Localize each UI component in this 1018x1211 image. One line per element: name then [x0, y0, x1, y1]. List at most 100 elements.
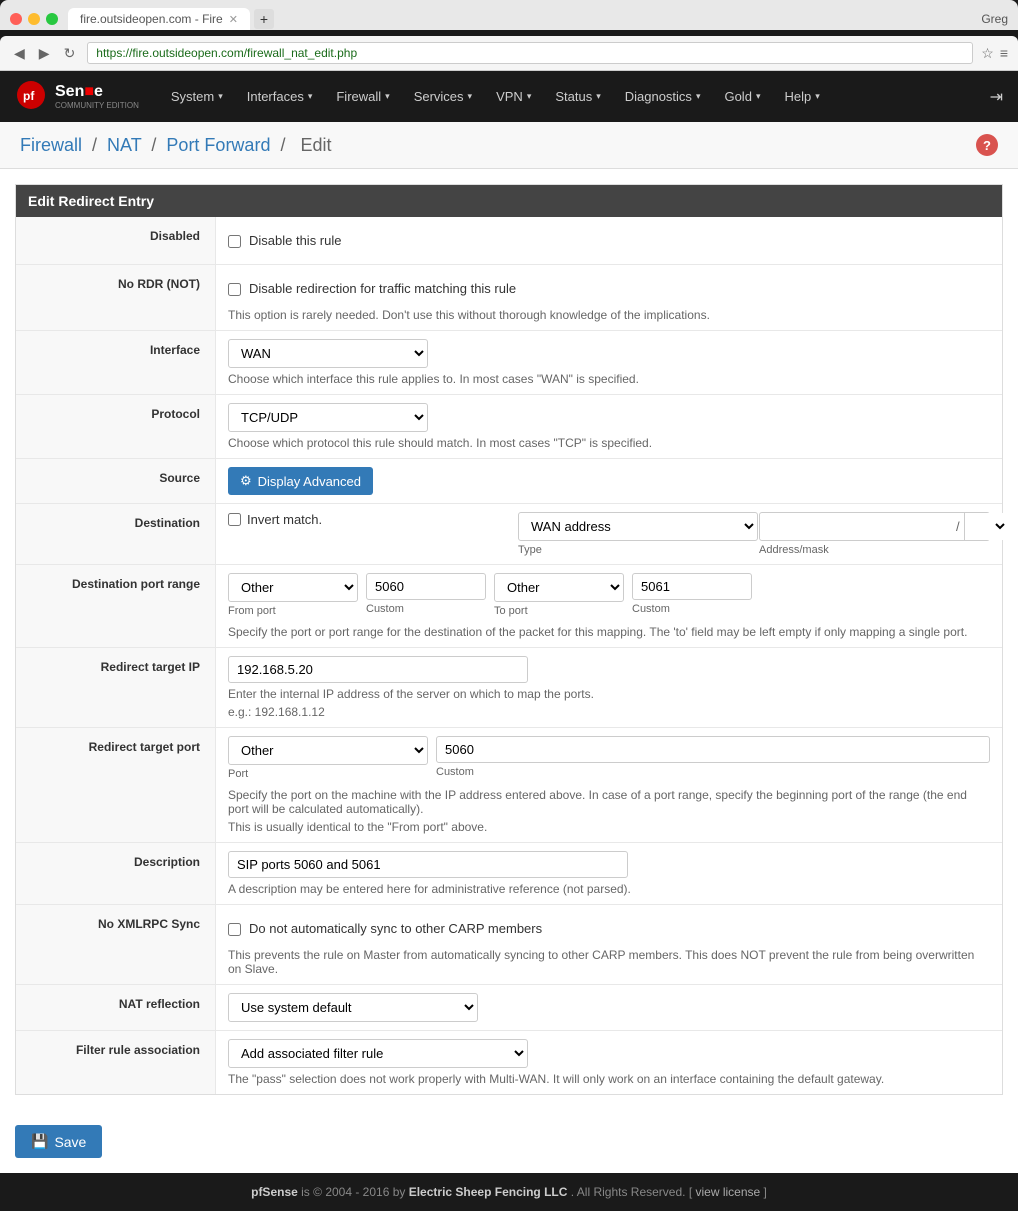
- reload-button[interactable]: ↻: [60, 43, 80, 64]
- breadcrumb-firewall[interactable]: Firewall: [20, 135, 82, 155]
- protocol-help: Choose which protocol this rule should m…: [228, 436, 990, 450]
- redirect-target-port-help2: This is usually identical to the "From p…: [228, 820, 990, 834]
- to-port-custom-input[interactable]: [632, 573, 752, 600]
- to-port-field: Any Other HTTP (80) HTTPS (443) To port: [494, 573, 624, 617]
- breadcrumb-nat[interactable]: NAT: [107, 135, 141, 155]
- protocol-label: Protocol: [16, 395, 216, 458]
- settings-icon[interactable]: ≡: [1000, 45, 1008, 61]
- description-label: Description: [16, 843, 216, 904]
- disabled-checkbox-label: Disable this rule: [249, 233, 342, 248]
- destination-addr-input[interactable]: [760, 514, 952, 539]
- disabled-row: Disabled Disable this rule: [16, 217, 1002, 265]
- new-tab-button[interactable]: +: [254, 9, 274, 29]
- target-port-type-select[interactable]: Any Other HTTP (80) HTTPS (443): [228, 736, 428, 765]
- logo-text: Sen■e: [55, 83, 139, 101]
- interface-select[interactable]: WAN LAN OPT1: [228, 339, 428, 368]
- logo-edition: COMMUNITY EDITION: [55, 101, 139, 110]
- description-row: Description A description may be entered…: [16, 843, 1002, 905]
- description-content: A description may be entered here for ad…: [216, 843, 1002, 904]
- dest-port-range-label: Destination port range: [16, 565, 216, 647]
- nav-system[interactable]: System ▾: [159, 79, 235, 114]
- nav-status[interactable]: Status ▾: [543, 79, 612, 114]
- redirect-target-ip-help2: e.g.: 192.168.1.12: [228, 705, 990, 719]
- traffic-light-yellow[interactable]: [28, 13, 40, 25]
- no-rdr-content: Disable redirection for traffic matching…: [216, 265, 1002, 330]
- from-port-custom-label: Custom: [366, 603, 486, 615]
- traffic-light-red[interactable]: [10, 13, 22, 25]
- bookmark-icon[interactable]: ☆: [981, 45, 994, 62]
- protocol-content: TCP/UDP TCP UDP ICMP Any Choose which pr…: [216, 395, 1002, 458]
- no-xmlrpc-checkbox[interactable]: [228, 923, 241, 936]
- footer-company: Electric Sheep Fencing LLC: [409, 1185, 568, 1199]
- address-bar[interactable]: [87, 42, 973, 64]
- no-rdr-checkbox-label: Disable redirection for traffic matching…: [249, 281, 516, 296]
- from-port-field: Any Other HTTP (80) HTTPS (443) From por…: [228, 573, 358, 617]
- redirect-target-ip-help1: Enter the internal IP address of the ser…: [228, 687, 990, 701]
- to-port-custom-label: Custom: [632, 603, 752, 615]
- target-port-type-field: Any Other HTTP (80) HTTPS (443) Port: [228, 736, 428, 780]
- destination-type-field: WAN address LAN address any Single host …: [518, 512, 749, 556]
- nav-diagnostics[interactable]: Diagnostics ▾: [613, 79, 713, 114]
- disabled-label: Disabled: [16, 217, 216, 264]
- protocol-select[interactable]: TCP/UDP TCP UDP ICMP Any: [228, 403, 428, 432]
- interface-help: Choose which interface this rule applies…: [228, 372, 990, 386]
- redirect-target-ip-row: Redirect target IP Enter the internal IP…: [16, 648, 1002, 728]
- nat-reflection-select[interactable]: Use system default Enable Disable: [228, 993, 478, 1022]
- filter-rule-select[interactable]: Add associated filter rule Pass None: [228, 1039, 528, 1068]
- footer-text2: is © 2004 - 2016 by: [301, 1185, 409, 1199]
- edit-redirect-form: Edit Redirect Entry Disabled Disable thi…: [15, 184, 1003, 1095]
- redirect-target-ip-input[interactable]: [228, 656, 528, 683]
- redirect-target-port-row: Redirect target port Any Other HTTP (80)…: [16, 728, 1002, 843]
- no-rdr-label: No RDR (NOT): [16, 265, 216, 330]
- from-port-label: From port: [228, 605, 358, 617]
- nat-reflection-row: NAT reflection Use system default Enable…: [16, 985, 1002, 1031]
- nav-interfaces[interactable]: Interfaces ▾: [235, 79, 325, 114]
- filter-rule-label: Filter rule association: [16, 1031, 216, 1094]
- main-menu: System ▾ Interfaces ▾ Firewall ▾ Service…: [159, 79, 990, 114]
- destination-content: Invert match. WAN address LAN address an…: [216, 504, 1002, 564]
- breadcrumb-edit: Edit: [300, 135, 331, 155]
- destination-row: Destination Invert match. WAN address LA…: [16, 504, 1002, 565]
- breadcrumb-bar: Firewall / NAT / Port Forward / Edit ?: [0, 122, 1018, 169]
- disabled-checkbox[interactable]: [228, 235, 241, 248]
- description-input[interactable]: [228, 851, 628, 878]
- logo-icon: pf: [15, 79, 47, 111]
- traffic-light-green[interactable]: [46, 13, 58, 25]
- save-button[interactable]: 💾 Save: [15, 1125, 102, 1158]
- destination-type-select[interactable]: WAN address LAN address any Single host …: [518, 512, 758, 541]
- from-port-type-select[interactable]: Any Other HTTP (80) HTTPS (443): [228, 573, 358, 602]
- help-icon[interactable]: ?: [976, 134, 998, 156]
- target-port-custom-input[interactable]: [436, 736, 990, 763]
- nav-firewall[interactable]: Firewall ▾: [324, 79, 401, 114]
- footer-brand: pfSense: [251, 1185, 298, 1199]
- filter-rule-content: Add associated filter rule Pass None The…: [216, 1031, 1002, 1094]
- browser-tab[interactable]: fire.outsideopen.com - Fire ✕: [68, 8, 250, 30]
- interface-content: WAN LAN OPT1 Choose which interface this…: [216, 331, 1002, 394]
- mask-select[interactable]: 32 24: [964, 513, 1008, 540]
- nav-action-icon[interactable]: ⇥: [990, 87, 1003, 107]
- target-port-custom-label: Custom: [436, 766, 990, 778]
- from-port-custom-input[interactable]: [366, 573, 486, 600]
- interface-row: Interface WAN LAN OPT1 Choose which inte…: [16, 331, 1002, 395]
- source-row: Source ⚙ Display Advanced: [16, 459, 1002, 504]
- breadcrumb-port-forward[interactable]: Port Forward: [166, 135, 270, 155]
- redirect-target-port-help1: Specify the port on the machine with the…: [228, 788, 990, 816]
- nav-vpn[interactable]: VPN ▾: [484, 79, 543, 114]
- nav-help[interactable]: Help ▾: [772, 79, 831, 114]
- no-rdr-checkbox[interactable]: [228, 283, 241, 296]
- logo: pf Sen■e COMMUNITY EDITION: [15, 71, 139, 122]
- no-rdr-row: No RDR (NOT) Disable redirection for tra…: [16, 265, 1002, 331]
- invert-match-checkbox[interactable]: [228, 513, 241, 526]
- forward-button[interactable]: ▶: [35, 43, 54, 64]
- svg-text:pf: pf: [23, 89, 35, 103]
- view-license-link[interactable]: view license: [696, 1185, 761, 1199]
- tab-close-icon[interactable]: ✕: [229, 13, 238, 26]
- form-header: Edit Redirect Entry: [16, 185, 1002, 217]
- destination-label: Destination: [16, 504, 216, 564]
- to-port-type-select[interactable]: Any Other HTTP (80) HTTPS (443): [494, 573, 624, 602]
- addr-field-label: Address/mask: [759, 544, 990, 556]
- display-advanced-button[interactable]: ⚙ Display Advanced: [228, 467, 373, 495]
- nav-services[interactable]: Services ▾: [402, 79, 484, 114]
- back-button[interactable]: ◀: [10, 43, 29, 64]
- nav-gold[interactable]: Gold ▾: [712, 79, 772, 114]
